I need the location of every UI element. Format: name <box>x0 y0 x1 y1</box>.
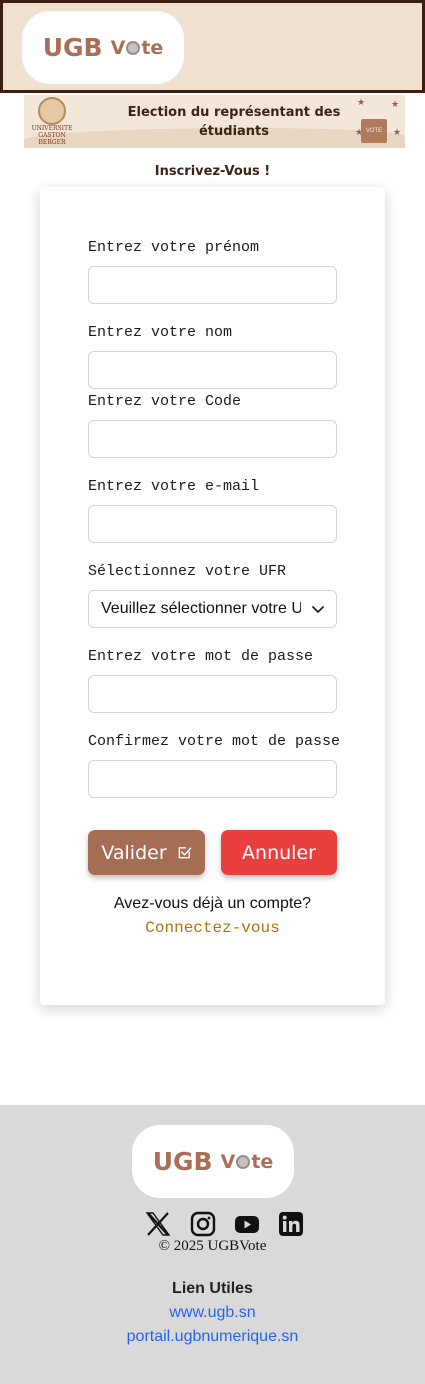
footer-link-ugb[interactable]: www.ugb.sn <box>0 1304 425 1322</box>
code-label: Entrez votre Code <box>88 393 242 410</box>
seal-text-2: GASTON BERGER <box>38 132 66 146</box>
social-links <box>145 1211 305 1237</box>
logo-vote-text: Vte <box>111 37 164 59</box>
confirm-password-label: Confirmez votre mot de passe <box>88 733 341 750</box>
footer: UGB Vte © 2025 UGBVote Lien Utiles www.u… <box>0 1105 425 1384</box>
page-heading: Inscrivez-Vous ! <box>154 164 271 179</box>
connectez-vous-link[interactable]: Connectez-vous <box>40 919 385 937</box>
logo-ugb-text: UGB <box>42 33 103 62</box>
ufr-selected-value: Veuillez sélectionner votre UFR <box>101 600 301 617</box>
prenom-label: Entrez votre prénom <box>88 239 260 256</box>
ufr-label: Sélectionnez votre UFR <box>88 563 287 580</box>
logo-o-icon <box>126 40 141 55</box>
email-input[interactable] <box>88 505 337 543</box>
chevron-down-icon <box>312 606 324 613</box>
election-banner: UNIVERSITE GASTON BERGER Election du rep… <box>24 95 405 148</box>
code-input[interactable] <box>88 420 337 458</box>
copyright-text: © 2025 UGBVote <box>158 1238 267 1254</box>
signup-form-card: Entrez votre prénom Entrez votre nom Ent… <box>40 187 385 1005</box>
star-icon: ★ <box>357 97 366 107</box>
ballot-box-icon: ★ ★ ★ ★ VOTE <box>353 97 401 147</box>
password-label: Entrez votre mot de passe <box>88 648 314 665</box>
footer-logo-o-icon <box>236 1154 251 1169</box>
checkbox-check-icon <box>178 847 191 859</box>
annuler-button[interactable]: Annuler <box>221 830 337 875</box>
valider-label: Valider <box>101 841 167 864</box>
banner-title: Election du représentant des étudiants <box>127 105 341 139</box>
seal-text-1: UNIVERSITE <box>31 125 73 132</box>
ballot-box: VOTE <box>361 119 387 143</box>
x-icon[interactable] <box>145 1211 171 1237</box>
instagram-icon[interactable] <box>190 1211 216 1237</box>
valider-button[interactable]: Valider <box>88 830 205 875</box>
email-label: Entrez votre e-mail <box>88 478 260 495</box>
top-header: UGB Vte <box>0 0 425 93</box>
footer-ugbvote-logo[interactable]: UGB Vte <box>132 1125 294 1198</box>
star-icon: ★ <box>393 127 402 137</box>
nom-label: Entrez votre nom <box>88 324 233 341</box>
confirm-password-input[interactable] <box>88 760 337 798</box>
prenom-input[interactable] <box>88 266 337 304</box>
footer-logo-vote-text: Vte <box>221 1151 274 1173</box>
annuler-label: Annuler <box>242 841 316 864</box>
footer-logo-ugb-text: UGB <box>152 1147 213 1176</box>
logo-v: V <box>110 36 126 59</box>
seal-emblem <box>38 97 66 125</box>
logo-te: te <box>141 36 164 59</box>
footer-link-portail[interactable]: portail.ugbnumerique.sn <box>0 1328 425 1346</box>
password-input[interactable] <box>88 675 337 713</box>
linkedin-icon[interactable] <box>278 1211 304 1237</box>
nom-input[interactable] <box>88 351 337 389</box>
has-account-text: Avez-vous déjà un compte? <box>113 895 312 912</box>
footer-logo-te: te <box>251 1150 274 1173</box>
university-seal-icon: UNIVERSITE GASTON BERGER <box>27 97 77 146</box>
star-icon: ★ <box>391 99 400 109</box>
useful-links-title: Lien Utiles <box>172 1280 253 1297</box>
ufr-select[interactable]: Veuillez sélectionner votre UFR <box>88 590 337 628</box>
ugbvote-logo[interactable]: UGB Vte <box>22 11 184 84</box>
footer-logo-v: V <box>220 1150 236 1173</box>
youtube-icon[interactable] <box>234 1211 260 1237</box>
